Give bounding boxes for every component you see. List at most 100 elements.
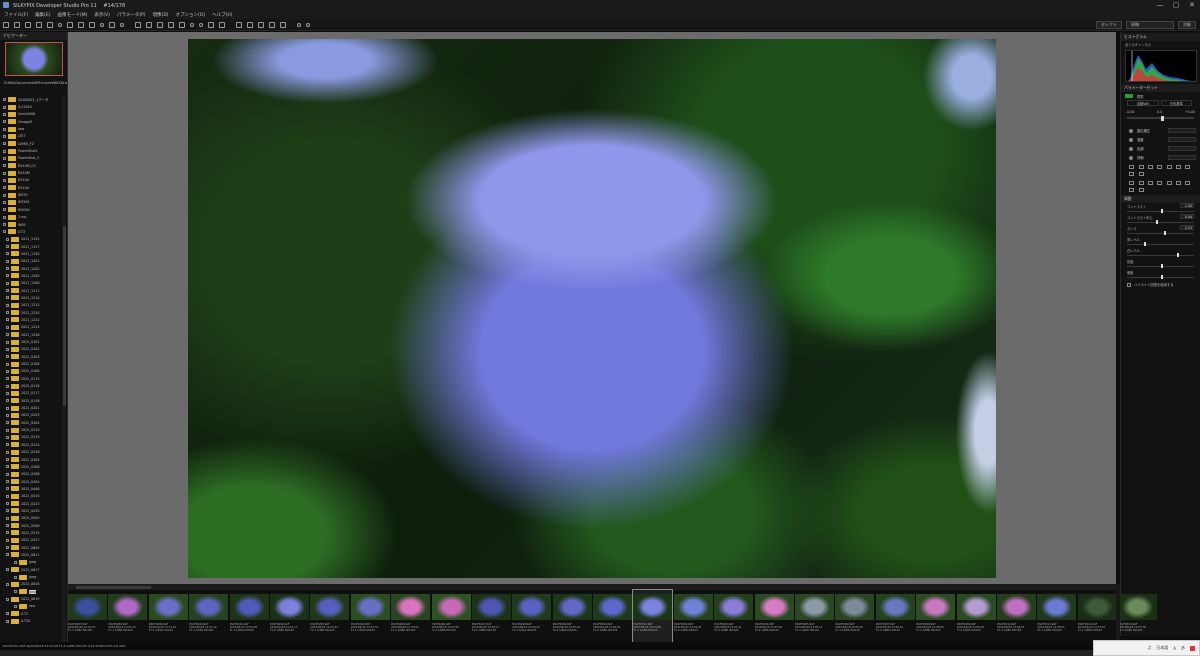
folder-item[interactable]: 2022_0204: [0, 419, 62, 426]
folder-scrollbar[interactable]: [62, 96, 66, 644]
expand-toggle-icon[interactable]: [14, 575, 17, 579]
folder-item[interactable]: 2022_0619: [0, 595, 62, 602]
folder-item[interactable]: 2021_1214: [0, 294, 62, 301]
expand-toggle-icon[interactable]: [6, 377, 9, 381]
adjust-slider[interactable]: [1127, 275, 1194, 279]
maximize-button[interactable]: ▢: [1168, 0, 1184, 10]
adjust-tool-icon[interactable]: [1157, 164, 1163, 169]
adjust-tool-icon[interactable]: [1147, 164, 1153, 169]
expand-toggle-icon[interactable]: [6, 472, 9, 476]
folder-item[interactable]: 2022_0515: [0, 529, 62, 536]
film-thumbnail[interactable]: [875, 594, 915, 620]
folder-item[interactable]: 2021_1211: [0, 287, 62, 294]
folder-item[interactable]: RX100: [0, 184, 62, 191]
film-item-current[interactable]: DSCF6301.RAF 2022/06/18 12:04:08 F1.4 1/68…: [632, 589, 674, 643]
adjust-tool-icon[interactable]: [1138, 164, 1144, 169]
film-item[interactable]: DSCF6309.RAF 2022/06/18 12:06:19 F1.4 1/68…: [956, 590, 996, 642]
expand-toggle-icon[interactable]: [6, 296, 9, 300]
folder-item[interactable]: 2022_0430: [0, 507, 62, 514]
preview-photo[interactable]: [188, 39, 996, 578]
ime-item-1[interactable]: ぷ: [1147, 645, 1151, 651]
toolbar-export-icon[interactable]: [297, 22, 301, 27]
tool-dropdown[interactable]: [1168, 128, 1196, 133]
film-thumbnail[interactable]: [593, 594, 633, 620]
adjust-tool-icon[interactable]: [1166, 180, 1172, 185]
folder-item[interactable]: 2022_0224: [0, 441, 62, 448]
tool-row[interactable]: 露出補正: [1121, 126, 1200, 135]
adjust-tool-icon[interactable]: [1147, 180, 1153, 185]
folder-item[interactable]: 2021_1222: [0, 316, 62, 323]
film-item[interactable]: DSCF6308.RAF 2022/06/18 12:06:02 F1.4 1/68…: [916, 590, 956, 642]
folder-item[interactable]: W3050: [0, 206, 62, 213]
adjust-slider[interactable]: [1127, 242, 1194, 246]
exposure-slider-knob[interactable]: [1161, 115, 1164, 121]
film-item[interactable]: DSCF6289.RAF 2022/06/18 12:01:23 F1.4 1/64…: [148, 590, 188, 642]
folder-item[interactable]: 2021_1220: [0, 309, 62, 316]
expand-toggle-icon[interactable]: [6, 259, 9, 263]
folder-item[interactable]: 2022_0604: [0, 544, 62, 551]
adjust-slider-knob[interactable]: [1156, 220, 1159, 224]
folder-item[interactable]: 2021_1215: [0, 302, 62, 309]
expand-toggle-icon[interactable]: [6, 546, 9, 550]
expand-toggle-icon[interactable]: [3, 142, 6, 146]
tool-row[interactable]: 詳細: [1121, 153, 1200, 162]
folder-item[interactable]: Gmagolf: [0, 118, 62, 125]
expand-toggle-icon[interactable]: [6, 281, 9, 285]
film-thumbnail[interactable]: [835, 594, 875, 620]
folder-item[interactable]: 2022_0306: [0, 463, 62, 470]
folder-item[interactable]: Iww: [0, 125, 62, 132]
folder-item[interactable]: 2022_0305: [0, 456, 62, 463]
expand-toggle-icon[interactable]: [6, 516, 9, 520]
film-item[interactable]: DSCF6307.RAF 2022/06/18 12:05:44 F1.4 1/68…: [875, 590, 915, 642]
film-item[interactable]: DSCF6297.RAF 2022/06/18 12:03:17 F1.4 1/68…: [471, 590, 511, 642]
adjust-tool-icon[interactable]: [1129, 180, 1135, 185]
folder-item[interactable]: 2021_1130: [0, 250, 62, 257]
film-item[interactable]: DSCF6313.RAF 2022/06/18 12:07:28 F1.4 1/68…: [1118, 590, 1158, 642]
expand-toggle-icon[interactable]: [6, 267, 9, 271]
menu-option[interactable]: オプション(O): [176, 12, 206, 18]
folder-item[interactable]: 2022_0406: [0, 485, 62, 492]
adjust-slider[interactable]: [1127, 231, 1194, 235]
folder-item[interactable]: 2022_0617: [0, 566, 62, 573]
film-item[interactable]: DSCF6306.RAF 2022/06/18 12:05:30 F1.4 1/68…: [835, 590, 875, 642]
folder-item[interactable]: 2022_0103: [0, 353, 62, 360]
toolbar-text-icon[interactable]: [280, 21, 286, 28]
collapse-toggle-icon[interactable]: [3, 230, 6, 234]
folder-item[interactable]: 2022_0618: [0, 581, 62, 588]
collapse-toggle-icon[interactable]: [6, 553, 9, 557]
toolbar-rating-icon[interactable]: [120, 22, 124, 27]
toolbar-copy-icon[interactable]: [25, 21, 31, 28]
expand-toggle-icon[interactable]: [6, 612, 9, 616]
toolbar-develop-icon[interactable]: [135, 21, 141, 28]
expand-toggle-icon[interactable]: [3, 164, 6, 168]
film-thumbnail[interactable]: [229, 594, 269, 620]
film-thumbnail[interactable]: [673, 594, 713, 620]
expand-toggle-icon[interactable]: [6, 538, 9, 542]
folder-item[interactable]: 2021_1226: [0, 331, 62, 338]
film-thumbnail[interactable]: [108, 594, 148, 620]
ime-item-3[interactable]: A: [1173, 646, 1176, 651]
adjust-header[interactable]: 調整: [1121, 195, 1200, 203]
adjust-tool-icon[interactable]: [1176, 180, 1182, 185]
adjust-slider-knob[interactable]: [1163, 231, 1166, 235]
adjust-tool-icon[interactable]: [1129, 171, 1135, 176]
menu-edit[interactable]: 編集(E): [35, 12, 50, 18]
menu-develop[interactable]: 現像(D): [153, 12, 169, 18]
adjust-tool-icon[interactable]: [1157, 180, 1163, 185]
tool-row[interactable]: 色調: [1121, 144, 1200, 153]
folder-item[interactable]: 2022_0423: [0, 500, 62, 507]
minimize-button[interactable]: —: [1152, 0, 1168, 10]
navigator-preview[interactable]: [5, 42, 63, 76]
toolbar-flip-icon[interactable]: [208, 21, 214, 28]
highlight-checkbox[interactable]: [1127, 282, 1131, 287]
expand-toggle-icon[interactable]: [3, 112, 6, 116]
select-chip[interactable]: セレクト: [1096, 21, 1122, 29]
folder-item[interactable]: 2021_1201: [0, 258, 62, 265]
expand-toggle-icon[interactable]: [6, 524, 9, 528]
folder-item[interactable]: 2021_1125: [0, 236, 62, 243]
expand-toggle-icon[interactable]: [6, 443, 9, 447]
film-thumbnail[interactable]: [1077, 594, 1117, 620]
expand-toggle-icon[interactable]: [3, 215, 6, 219]
expand-toggle-icon[interactable]: [6, 355, 9, 359]
filmstrip-size-slider[interactable]: [76, 585, 151, 589]
